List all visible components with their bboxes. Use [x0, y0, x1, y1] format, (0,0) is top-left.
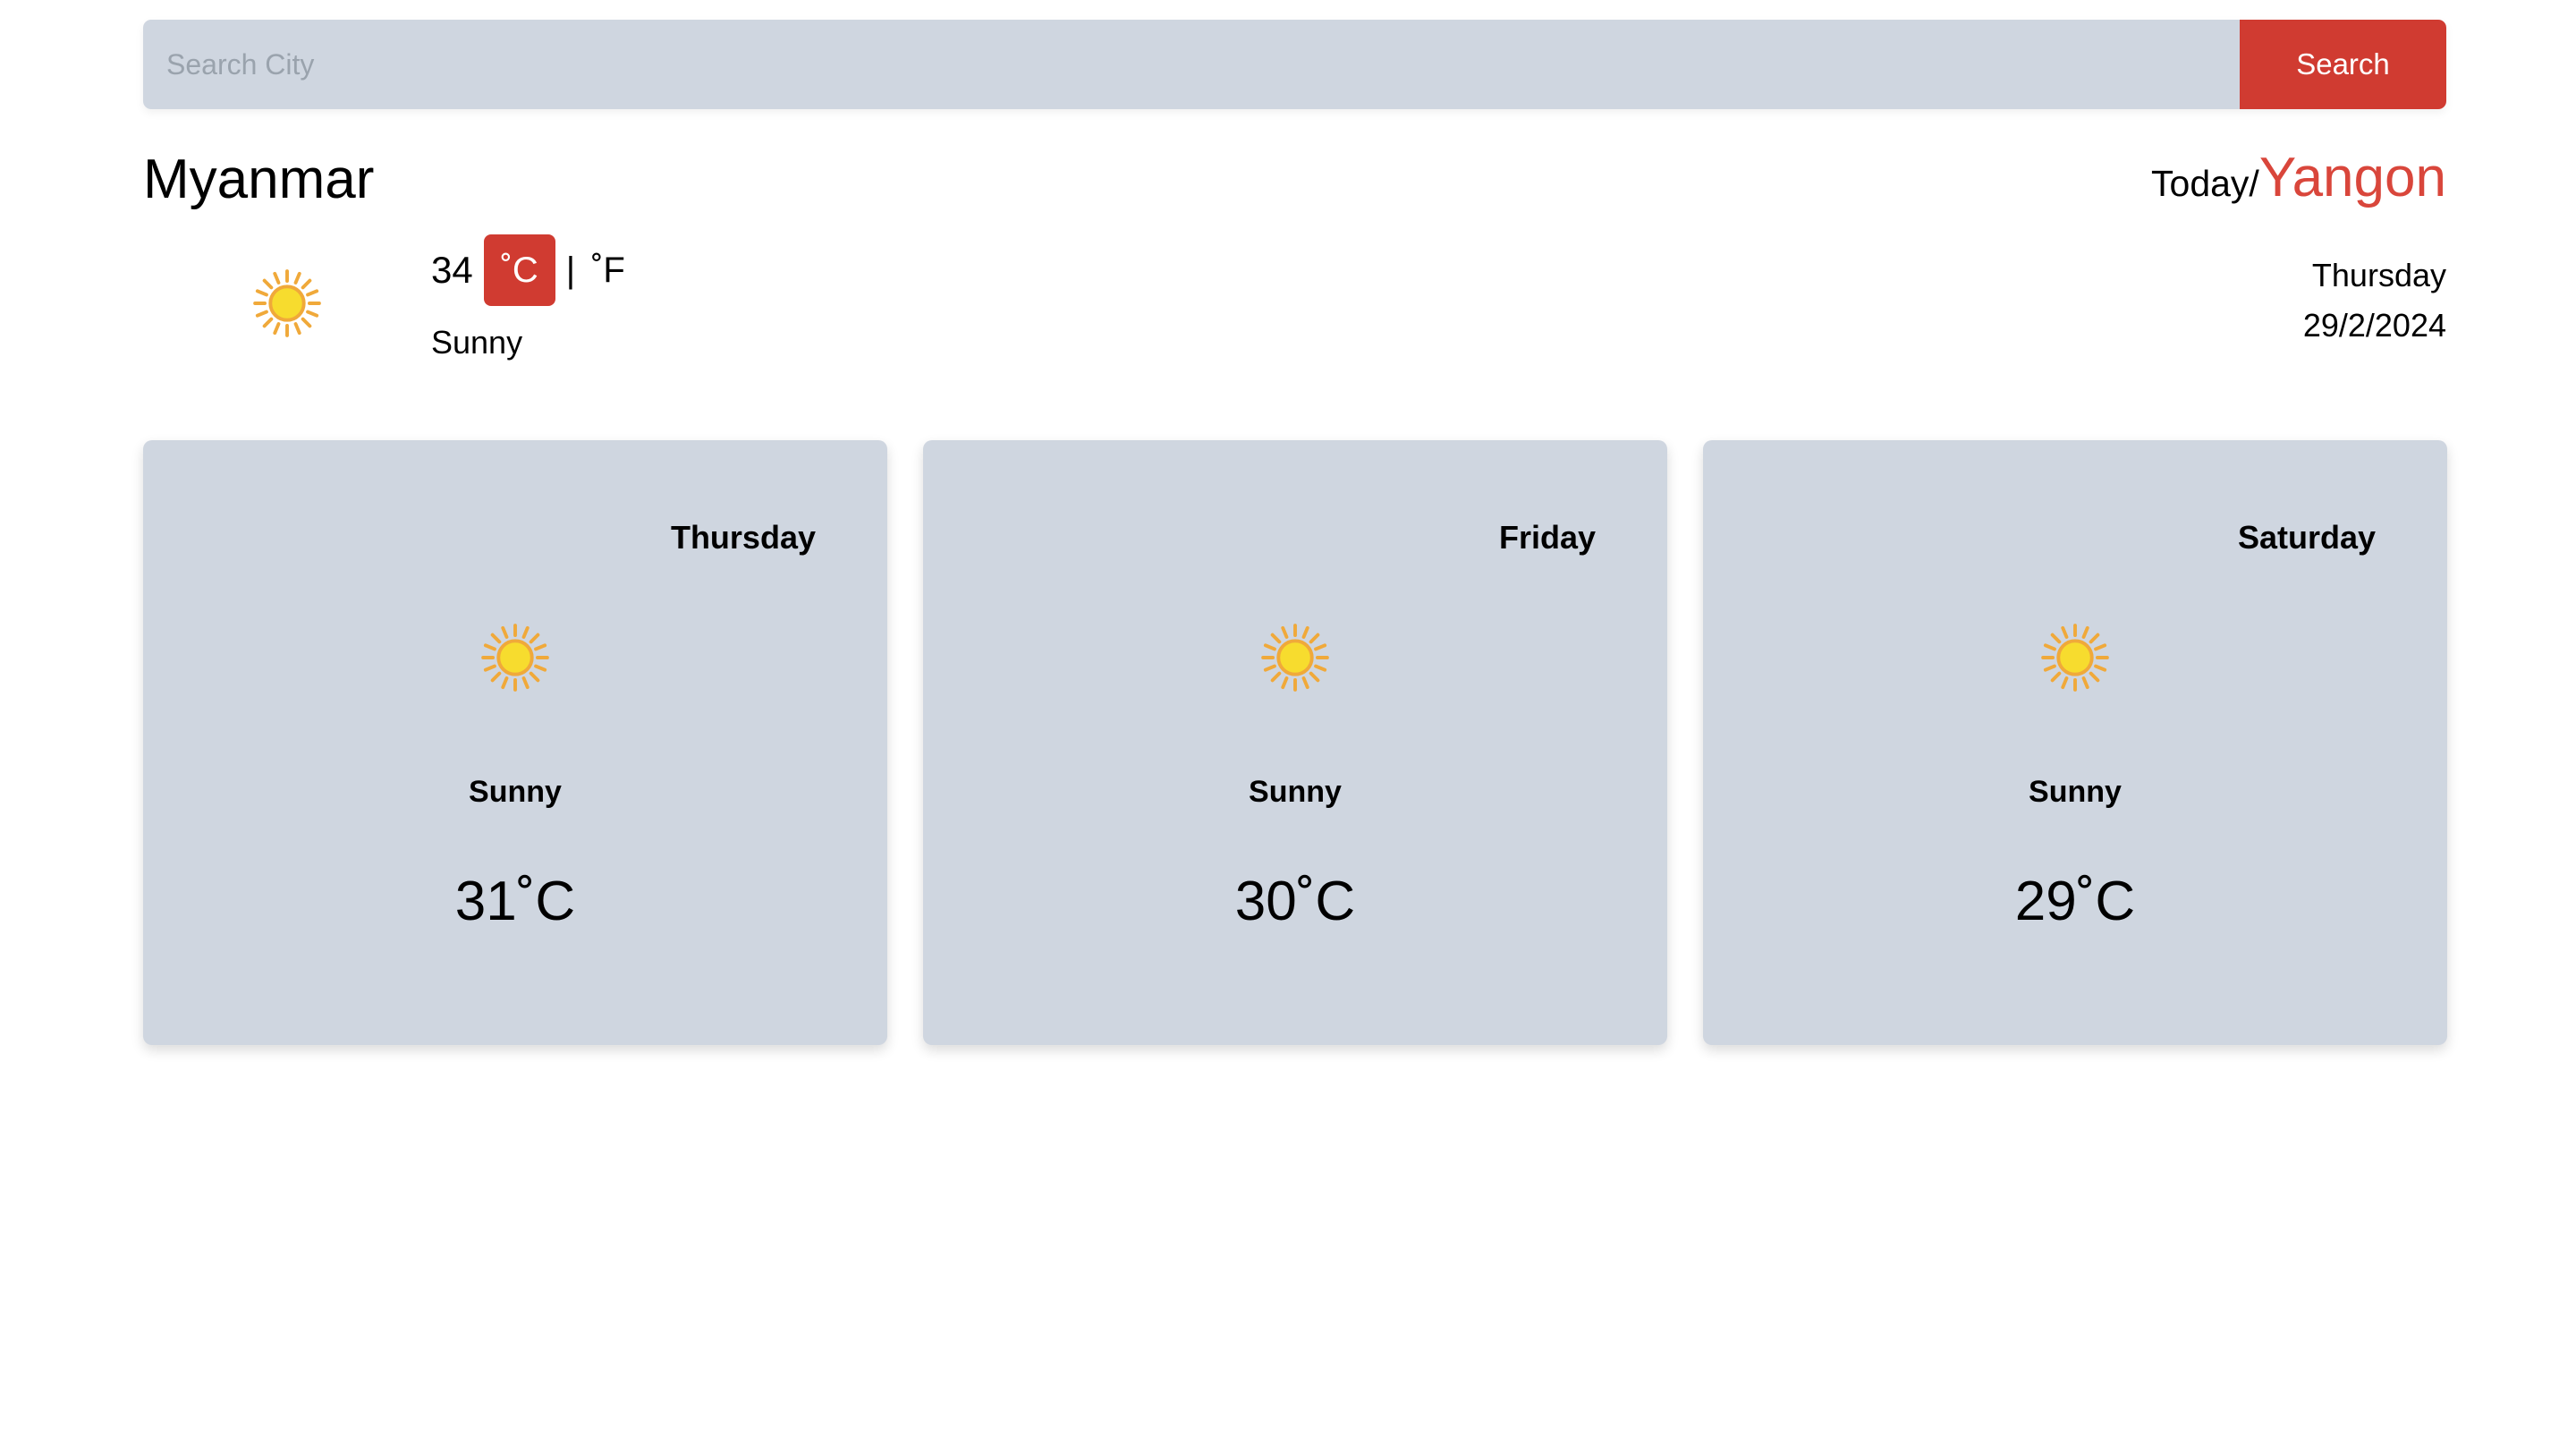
forecast-day: Thursday	[670, 519, 816, 556]
sun-icon	[2040, 623, 2110, 693]
sun-icon	[252, 268, 322, 338]
forecast-day: Friday	[1498, 519, 1596, 556]
forecast-temperature: 29˚C	[2014, 871, 2136, 932]
unit-separator: |	[565, 250, 576, 290]
forecast-card: Thursday Sunny 31˚C	[143, 440, 887, 1045]
forecast-card: Saturday Sunny 29˚C	[1703, 440, 2447, 1045]
weather-app: Search Myanmar Today/Yangon 34 ˚C | ˚F S…	[0, 0, 2576, 1453]
sun-icon	[1260, 623, 1330, 693]
search-bar: Search	[143, 20, 2446, 109]
search-input[interactable]	[143, 20, 2240, 109]
current-day: Thursday	[2311, 257, 2446, 293]
forecast-day: Saturday	[2237, 519, 2376, 556]
today-label: Today/	[2151, 163, 2259, 204]
forecast-cards: Thursday Sunny 31˚C Friday Sunny 30˚C Sa…	[143, 440, 2447, 1045]
country-name: Myanmar	[143, 149, 375, 210]
forecast-temperature: 30˚C	[1234, 871, 1356, 932]
forecast-condition: Sunny	[469, 775, 562, 809]
sun-icon	[480, 623, 550, 693]
location-heading: Today/Yangon	[2151, 146, 2446, 209]
current-date: 29/2/2024	[2302, 307, 2446, 344]
forecast-card: Friday Sunny 30˚C	[923, 440, 1667, 1045]
fahrenheit-toggle[interactable]: ˚F	[591, 251, 625, 291]
current-temperature: 34 ˚C | ˚F	[431, 234, 625, 306]
city-name: Yangon	[2258, 147, 2446, 208]
forecast-temperature: 31˚C	[454, 871, 576, 932]
temperature-value: 34	[431, 249, 473, 291]
current-condition: Sunny	[431, 324, 523, 361]
forecast-condition: Sunny	[1249, 775, 1342, 809]
celsius-toggle[interactable]: ˚C	[483, 234, 555, 306]
search-button[interactable]: Search	[2240, 20, 2446, 109]
forecast-condition: Sunny	[2029, 775, 2122, 809]
date-block: Thursday 29/2/2024	[2303, 251, 2446, 351]
